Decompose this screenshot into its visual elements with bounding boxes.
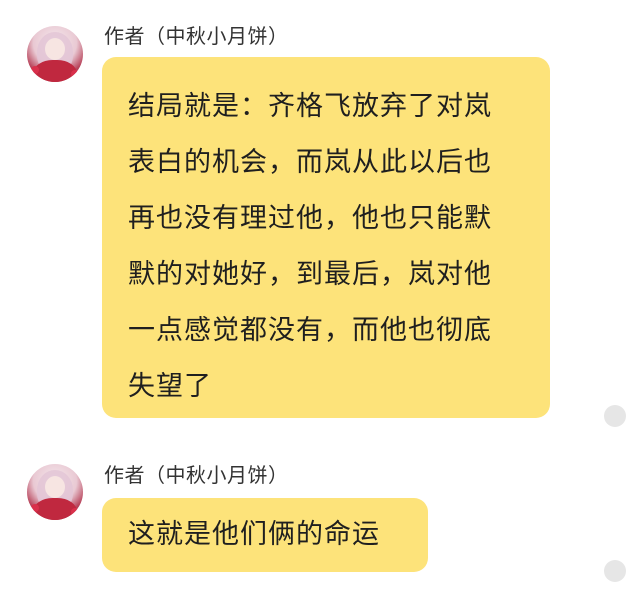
message-text-line: 表白的机会，而岚从此以后也 <box>128 147 492 178</box>
status-dot-icon <box>604 405 626 427</box>
sender-name: 作者（中秋小月饼） <box>104 24 289 48</box>
avatar[interactable] <box>27 464 83 520</box>
message-bubble[interactable]: 这就是他们俩的命运 <box>102 498 428 572</box>
avatar[interactable] <box>27 26 83 82</box>
sender-name: 作者（中秋小月饼） <box>104 463 289 487</box>
message-text-line: 再也没有理过他，他也只能默 <box>128 203 492 234</box>
message-text-line: 默的对她好，到最后，岚对他 <box>128 259 492 290</box>
message-text-line: 一点感觉都没有，而他也彻底 <box>128 315 492 346</box>
message-bubble[interactable]: 结局就是：齐格飞放弃了对岚 表白的机会，而岚从此以后也 再也没有理过他，他也只能… <box>102 57 550 418</box>
status-dot-icon <box>604 560 626 582</box>
message-text-line: 结局就是：齐格飞放弃了对岚 <box>128 91 492 122</box>
message-text-line: 这就是他们俩的命运 <box>128 519 380 550</box>
message-text-line: 失望了 <box>128 371 212 402</box>
